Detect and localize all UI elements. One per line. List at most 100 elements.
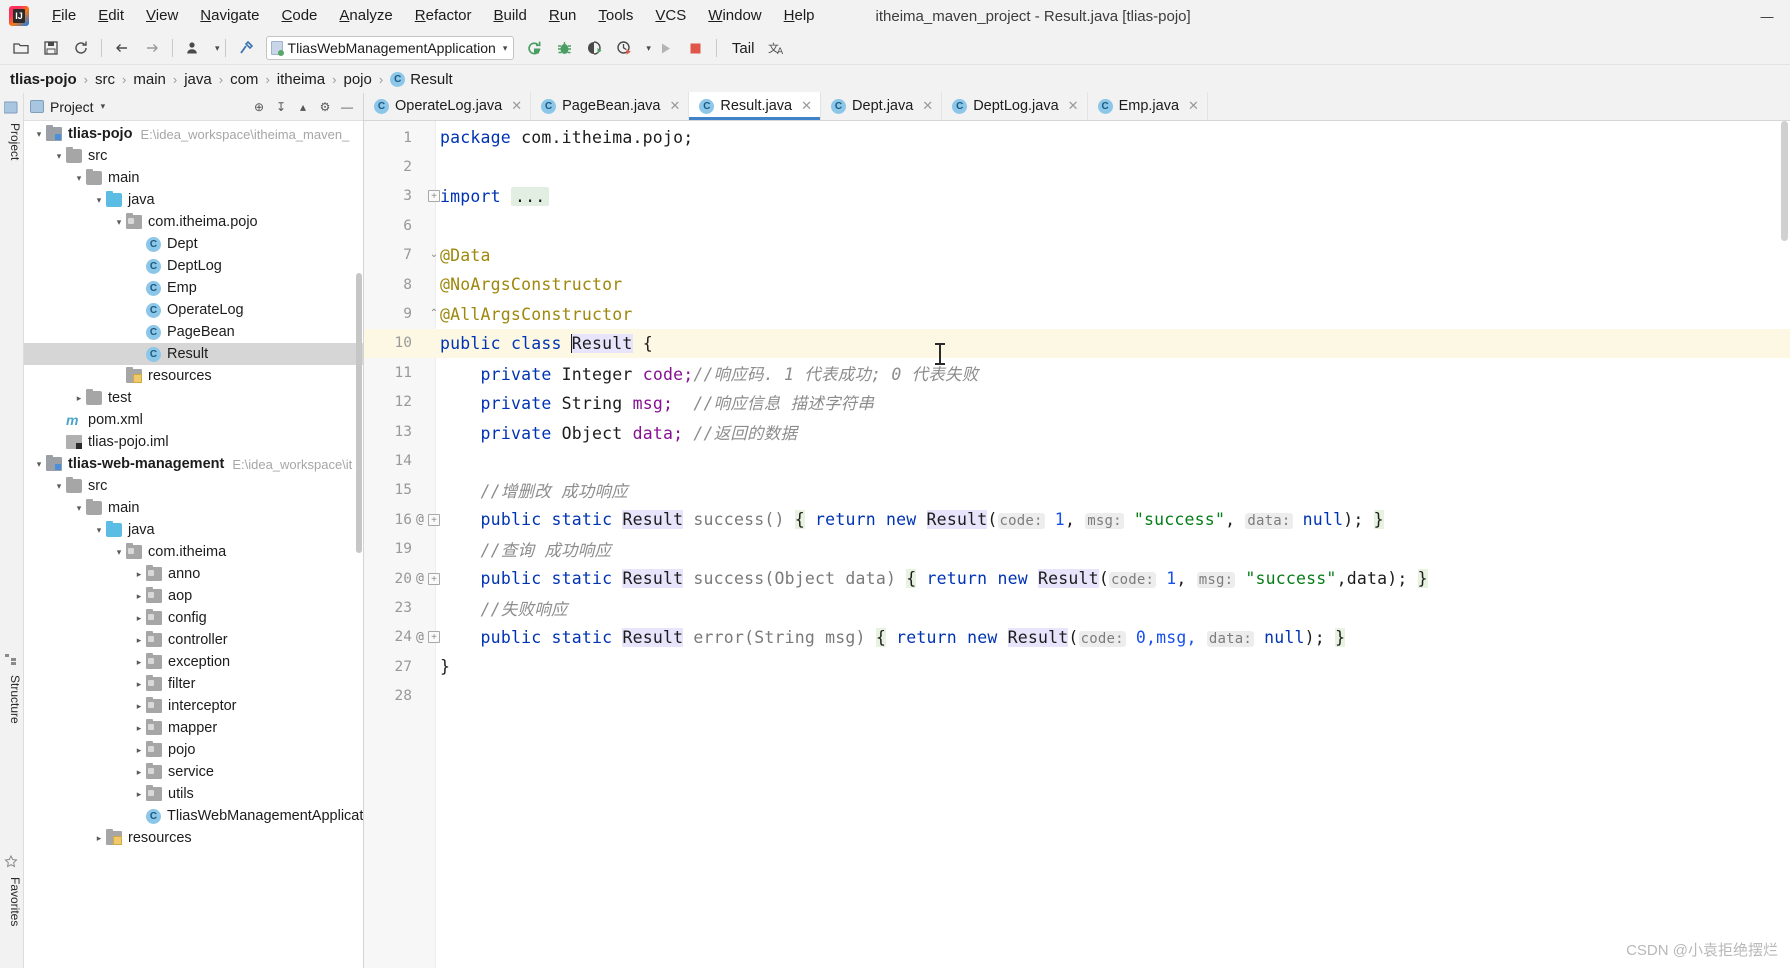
- breadcrumb-item-itheima[interactable]: itheima: [277, 71, 325, 88]
- fold-collapse-icon[interactable]: ⌄: [428, 249, 440, 261]
- code-line-2[interactable]: 2: [364, 152, 1790, 181]
- chevron-down-icon[interactable]: ▾: [32, 459, 46, 470]
- breadcrumb-item-tlias-pojo[interactable]: tlias-pojo: [10, 71, 77, 88]
- sidebar-item-favorites[interactable]: Favorites: [2, 873, 22, 930]
- tree-node-main[interactable]: ▾ main: [24, 167, 363, 189]
- tree-node-controller[interactable]: ▸ controller: [24, 629, 363, 651]
- menu-bar[interactable]: File Edit View Navigate Code Analyze Refactor B…: [41, 0, 826, 32]
- code-line-16[interactable]: 16 @ + public static Result success() { re…: [364, 505, 1790, 534]
- run-arrow-icon[interactable]: [521, 35, 547, 61]
- tree-node-anno[interactable]: ▸ anno: [24, 563, 363, 585]
- chevron-down-icon[interactable]: ▾: [72, 503, 86, 514]
- close-icon[interactable]: ✕: [511, 98, 522, 114]
- minimize-button[interactable]: —: [1744, 0, 1790, 32]
- tree-node-resources[interactable]: ▸ resources: [24, 827, 363, 849]
- menu-item-edit[interactable]: Edit: [87, 3, 135, 29]
- code-line-11[interactable]: 11 private Integer code;//响应码. 1 代表成功; 0…: [364, 358, 1790, 387]
- chevron-right-icon[interactable]: ▸: [132, 701, 146, 712]
- chevron-right-icon[interactable]: ▸: [132, 635, 146, 646]
- chevron-right-icon[interactable]: ▸: [132, 613, 146, 624]
- tree-node-aop[interactable]: ▸ aop: [24, 585, 363, 607]
- tree-node-dept[interactable]: C Dept: [24, 233, 363, 255]
- save-all-icon[interactable]: [38, 35, 64, 61]
- open-folder-icon[interactable]: [8, 35, 34, 61]
- chevron-down-icon[interactable]: ▾: [52, 481, 66, 492]
- translate-icon[interactable]: 文A: [764, 35, 790, 61]
- breadcrumb-item-main[interactable]: main: [133, 71, 166, 88]
- code-line-14[interactable]: 14: [364, 446, 1790, 475]
- hide-panel-icon[interactable]: —: [337, 97, 357, 117]
- menu-item-file[interactable]: File: [41, 3, 87, 29]
- user-profile-icon[interactable]: [180, 35, 206, 61]
- tree-node-tliaswebmanagementapplicat[interactable]: C TliasWebManagementApplicat: [24, 805, 363, 827]
- tree-node-mapper[interactable]: ▸ mapper: [24, 717, 363, 739]
- project-tree-scrollbar[interactable]: [356, 273, 362, 553]
- tree-node-emp[interactable]: C Emp: [24, 277, 363, 299]
- chevron-right-icon[interactable]: ▸: [132, 569, 146, 580]
- breadcrumb-item-com[interactable]: com: [230, 71, 258, 88]
- sidebar-item-structure[interactable]: Structure: [2, 671, 22, 728]
- chevron-down-icon[interactable]: ▾: [112, 217, 126, 228]
- menu-item-vcs[interactable]: VCS: [644, 3, 697, 29]
- back-icon[interactable]: [109, 35, 135, 61]
- chevron-right-icon[interactable]: ▸: [132, 657, 146, 668]
- expand-icon[interactable]: ▴: [293, 97, 313, 117]
- tree-node-pagebean[interactable]: C PageBean: [24, 321, 363, 343]
- chevron-right-icon[interactable]: ▸: [132, 723, 146, 734]
- chevron-right-icon[interactable]: ▸: [132, 789, 146, 800]
- editor-vertical-scrollbar[interactable]: [1781, 121, 1788, 241]
- editor-tab-bar[interactable]: C OperateLog.java ✕ C PageBean.java ✕ C Result.…: [364, 92, 1790, 121]
- project-view-chevron-down-icon[interactable]: ▾: [101, 101, 106, 112]
- breadcrumb-item-pojo[interactable]: pojo: [343, 71, 371, 88]
- chevron-down-icon[interactable]: ▾: [503, 43, 508, 54]
- run-with-coverage-icon[interactable]: [581, 35, 607, 61]
- breadcrumb[interactable]: tlias-pojo › src › main › java › com › itheima › poj…: [0, 65, 1790, 93]
- collapse-all-icon[interactable]: ↧: [271, 97, 291, 117]
- tree-node-deptlog[interactable]: C DeptLog: [24, 255, 363, 277]
- code-line-8[interactable]: 8 @NoArgsConstructor: [364, 270, 1790, 299]
- editor-tab-emp-java[interactable]: C Emp.java ✕: [1088, 92, 1208, 120]
- code-line-12[interactable]: 12 private String msg; //响应信息 描述字符串: [364, 388, 1790, 417]
- menu-item-help[interactable]: Help: [773, 3, 826, 29]
- code-line-1[interactable]: 1 package com.itheima.pojo;: [364, 123, 1790, 152]
- sync-refresh-icon[interactable]: [68, 35, 94, 61]
- tree-node-java[interactable]: ▾ java: [24, 519, 363, 541]
- code-line-6[interactable]: 6: [364, 211, 1790, 240]
- fold-expand-icon[interactable]: +: [428, 513, 440, 526]
- editor-tab-operatelog-java[interactable]: C OperateLog.java ✕: [364, 92, 532, 120]
- code-editor[interactable]: 1 package com.itheima.pojo; 2 3 + import ... 6…: [364, 121, 1790, 968]
- chevron-down-icon[interactable]: ▾: [92, 525, 106, 536]
- tree-node-service[interactable]: ▸ service: [24, 761, 363, 783]
- code-line-27[interactable]: 27}: [364, 652, 1790, 681]
- tail-button[interactable]: Tail: [732, 40, 755, 57]
- tree-node-config[interactable]: ▸ config: [24, 607, 363, 629]
- play-icon[interactable]: [653, 35, 679, 61]
- chevron-right-icon[interactable]: ▸: [132, 679, 146, 690]
- menu-item-view[interactable]: View: [135, 3, 189, 29]
- tree-node-src[interactable]: ▾ src: [24, 145, 363, 167]
- code-line-3[interactable]: 3 + import ...: [364, 182, 1790, 211]
- code-line-15[interactable]: 15 //增删改 成功响应: [364, 476, 1790, 505]
- chevron-down-icon[interactable]: ▾: [92, 195, 106, 206]
- breadcrumb-item-src[interactable]: src: [95, 71, 115, 88]
- user-dropdown-caret-icon[interactable]: ▾: [215, 43, 220, 54]
- stop-square-icon[interactable]: [683, 35, 709, 61]
- tree-node-src[interactable]: ▾ src: [24, 475, 363, 497]
- editor-tab-dept-java[interactable]: C Dept.java ✕: [821, 92, 943, 120]
- close-icon[interactable]: ✕: [922, 98, 933, 114]
- main-toolbar[interactable]: ▾ TliasWebManagementApplication ▾ ▾ Tail…: [0, 32, 1790, 65]
- fold-expand-icon[interactable]: +: [428, 572, 440, 585]
- menu-item-tools[interactable]: Tools: [587, 3, 644, 29]
- chevron-right-icon[interactable]: ▸: [72, 393, 86, 404]
- menu-item-navigate[interactable]: Navigate: [189, 3, 270, 29]
- code-line-10[interactable]: 10 public class Result {: [364, 328, 1790, 359]
- settings-gear-icon[interactable]: ⚙: [315, 97, 335, 117]
- tree-node-test[interactable]: ▸ test: [24, 387, 363, 409]
- fold-expand-icon[interactable]: +: [428, 631, 440, 644]
- chevron-right-icon[interactable]: ▸: [132, 591, 146, 602]
- editor-tab-deptlog-java[interactable]: C DeptLog.java ✕: [942, 92, 1088, 120]
- tree-node-exception[interactable]: ▸ exception: [24, 651, 363, 673]
- tree-node-tlias-pojo[interactable]: ▾ tlias-pojo E:\idea_workspace\itheima_mav…: [24, 123, 363, 145]
- locate-target-icon[interactable]: ⊕: [249, 97, 269, 117]
- code-line-7[interactable]: 7 ⌄ @Data: [364, 241, 1790, 270]
